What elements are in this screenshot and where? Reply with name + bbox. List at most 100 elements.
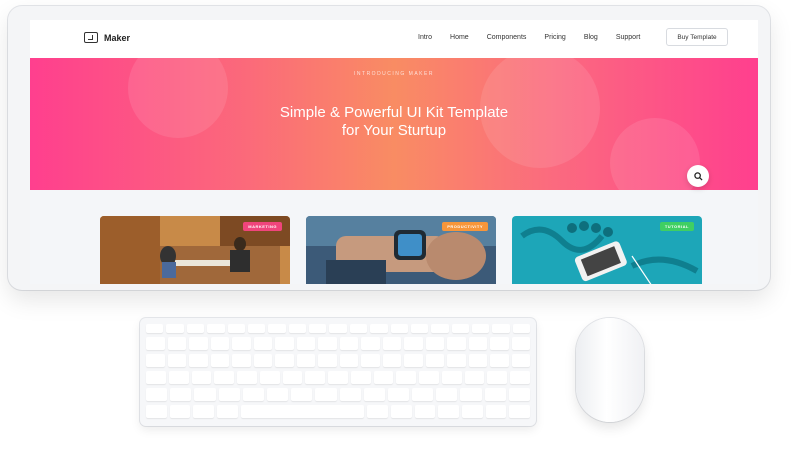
blog-card-tutorial[interactable]: TUTORIAL: [512, 216, 702, 284]
keyboard-key: [509, 405, 530, 418]
blog-card-marketing[interactable]: MARKETING: [100, 216, 290, 284]
nav-item-support[interactable]: Support: [616, 34, 641, 41]
mouse: [576, 318, 644, 422]
keyboard-key: [447, 354, 466, 367]
keyboard-key: [487, 371, 508, 384]
keyboard-key: [404, 354, 423, 367]
keyboard-key: [169, 405, 191, 418]
keyboard-key: [492, 324, 510, 333]
nav-item-pricing[interactable]: Pricing: [544, 34, 565, 41]
keyboard-key: [189, 337, 208, 350]
keyboard-key: [210, 354, 229, 367]
keyboard-key: [288, 324, 306, 333]
keyboard-key: [339, 337, 358, 350]
blog-card-productivity[interactable]: PRODUCTIVITY: [306, 216, 496, 284]
keyboard-key: [511, 337, 530, 350]
hero-banner: INTRODUCING MAKER Simple & Powerful UI K…: [30, 58, 758, 190]
screen: Maker Intro Home Components Pricing Blog…: [30, 20, 758, 284]
keyboard-key: [214, 371, 235, 384]
keyboard-key: [460, 388, 482, 401]
keyboard-key: [468, 337, 487, 350]
keyboard-key: [242, 388, 264, 401]
keyboard-key: [146, 354, 165, 367]
keyboard-key: [441, 371, 462, 384]
keyboard-key: [186, 324, 205, 333]
keyboard-key: [167, 354, 186, 367]
monitor: Maker Intro Home Components Pricing Blog…: [8, 6, 770, 290]
keyboard-key: [146, 371, 166, 384]
keyboard-key: [170, 388, 192, 401]
keyboard-key: [382, 354, 401, 367]
keyboard-key: [275, 337, 294, 350]
keyboard-row: [146, 405, 530, 418]
keyboard-key: [472, 324, 490, 333]
brand[interactable]: Maker: [84, 32, 130, 43]
keyboard-key: [419, 371, 439, 384]
keyboard-key: [339, 354, 358, 367]
keyboard-key: [349, 324, 368, 333]
keyboard-key: [363, 388, 385, 401]
keyboard-key: [168, 371, 189, 384]
keyboard: [140, 318, 536, 426]
search-button[interactable]: [687, 165, 709, 187]
keyboard-key: [447, 337, 466, 350]
nav-item-home[interactable]: Home: [450, 34, 469, 41]
keyboard-key: [318, 354, 337, 367]
keyboard-key: [240, 405, 365, 418]
card-badge-marketing: MARKETING: [243, 222, 282, 231]
keyboard-key: [451, 324, 469, 333]
nav-item-components[interactable]: Components: [487, 34, 527, 41]
hero-eyebrow: INTRODUCING MAKER: [354, 71, 434, 77]
search-icon: [693, 171, 703, 181]
hero-title-line2: for Your Sturtup: [341, 122, 447, 139]
keyboard-key: [367, 405, 389, 418]
card-badge-productivity: PRODUCTIVITY: [442, 222, 488, 231]
keyboard-key: [268, 324, 286, 333]
keyboard-key: [146, 324, 164, 333]
keyboard-key: [414, 405, 436, 418]
keyboard-key: [510, 371, 531, 384]
keyboard-key: [266, 388, 289, 401]
keyboard-key: [210, 337, 229, 350]
keyboard-key: [425, 354, 444, 367]
keyboard-key: [387, 388, 410, 401]
keyboard-key: [296, 337, 315, 350]
brand-logo-icon: [84, 32, 98, 43]
keyboard-key: [315, 388, 337, 401]
keyboard-key: [318, 337, 337, 350]
keyboard-key: [490, 354, 509, 367]
keyboard-key: [291, 388, 313, 401]
keyboard-key: [305, 371, 326, 384]
keyboard-key: [194, 388, 216, 401]
keyboard-key: [464, 371, 485, 384]
keyboard-key: [191, 371, 212, 384]
keyboard-key: [410, 324, 429, 333]
keyboard-key: [431, 324, 449, 333]
keyboard-key: [425, 337, 444, 350]
keyboard-key: [146, 337, 165, 350]
keyboard-key: [490, 337, 509, 350]
keyboard-key: [167, 337, 186, 350]
nav-item-blog[interactable]: Blog: [584, 34, 598, 41]
keyboard-key: [412, 388, 434, 401]
keyboard-key: [253, 354, 272, 367]
buy-template-button[interactable]: Buy Template: [666, 28, 728, 46]
keyboard-key: [253, 337, 272, 350]
keyboard-key: [361, 354, 380, 367]
keyboard-key: [462, 405, 483, 418]
keyboard-key: [484, 388, 506, 401]
keyboard-key: [232, 337, 251, 350]
keyboard-row: [146, 324, 531, 333]
keyboard-key: [370, 324, 388, 333]
nav-item-intro[interactable]: Intro: [418, 34, 432, 41]
keyboard-key: [247, 324, 266, 333]
keyboard-key: [485, 405, 507, 418]
keyboard-key: [259, 371, 280, 384]
keyboard-row: [146, 337, 530, 350]
keyboard-key: [396, 371, 417, 384]
keyboard-row: [146, 354, 530, 367]
keyboard-key: [146, 388, 168, 401]
keyboard-key: [296, 354, 315, 367]
keyboard-key: [438, 405, 459, 418]
keyboard-key: [328, 371, 348, 384]
